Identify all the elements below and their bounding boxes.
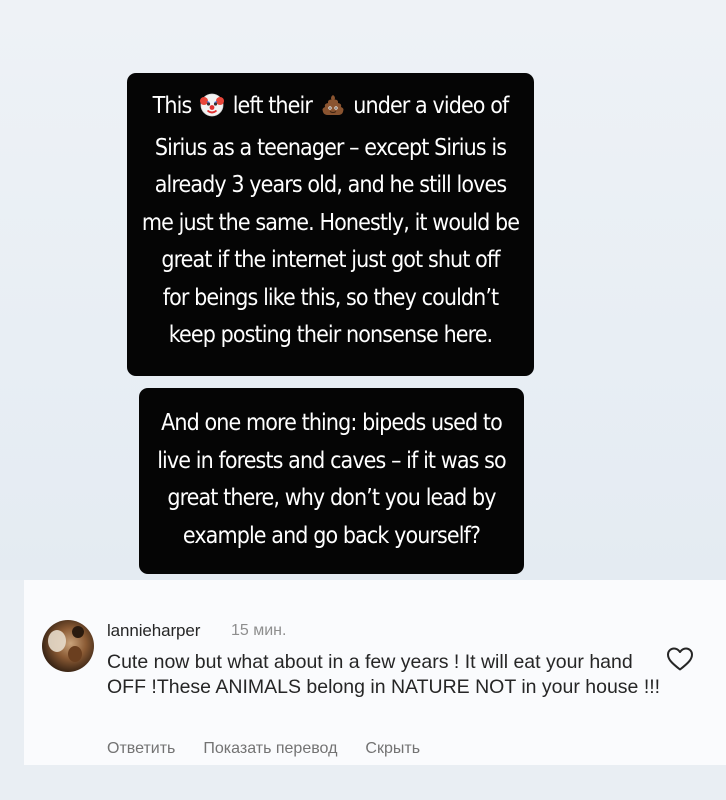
- bubble-1-line-7: keep posting their nonsense here.: [168, 322, 493, 348]
- bubble-1-text-left-their: left their: [232, 93, 313, 119]
- avatar[interactable]: [42, 620, 94, 672]
- bubble-1-line-2: Sirius as a teenager – except Sirius is: [154, 134, 507, 161]
- bubble-1-line-4: me just the same. Honestly, it would be: [141, 209, 520, 236]
- story-text-bubble-2: And one more thing: bipeds used to live …: [139, 388, 524, 574]
- bubble-1-text-under-video: under a video of: [353, 93, 509, 119]
- story-text-bubble-1: This left their under a video of Sirius …: [127, 73, 534, 376]
- comment-actions: Ответить Показать перевод Скрыть: [107, 740, 420, 758]
- comment-card: lannieharper 15 мин. Cute now but what a…: [24, 580, 726, 765]
- bubble-1-line-3: already 3 years old, and he still loves: [154, 172, 507, 198]
- clown-face-icon: [200, 92, 225, 130]
- bubble-2-line-1: And one more thing: bipeds used to: [161, 410, 503, 436]
- story-background: This left their under a video of Sirius …: [0, 0, 726, 580]
- bubble-1-text-this: This: [152, 93, 193, 119]
- pile-of-poo-icon: [321, 92, 345, 130]
- bubble-1-line-1: This left their under a video of: [137, 88, 524, 130]
- bubble-2-line-4: example and go back yourself?: [182, 522, 481, 549]
- comment-username[interactable]: lannieharper: [107, 621, 200, 641]
- comment-timestamp: 15 мин.: [231, 622, 287, 639]
- bubble-2-line-2: live in forests and caves – if it was so: [157, 447, 507, 474]
- reply-button[interactable]: Ответить: [107, 740, 175, 758]
- bubble-1-line-6: for beings like this, so they couldn’t: [162, 284, 499, 311]
- show-translation-button[interactable]: Показать перевод: [203, 740, 337, 758]
- avatar-detail: [72, 626, 84, 638]
- avatar-detail: [68, 646, 82, 662]
- comment-text: Cute now but what about in a few years !…: [107, 651, 661, 698]
- bubble-1-line-5: great if the internet just got shut off: [161, 247, 500, 273]
- hide-button[interactable]: Скрыть: [365, 740, 420, 758]
- avatar-detail: [48, 630, 66, 652]
- bubble-2-line-3: great there, why don’t you lead by: [167, 485, 496, 511]
- heart-outline-icon[interactable]: [666, 646, 694, 672]
